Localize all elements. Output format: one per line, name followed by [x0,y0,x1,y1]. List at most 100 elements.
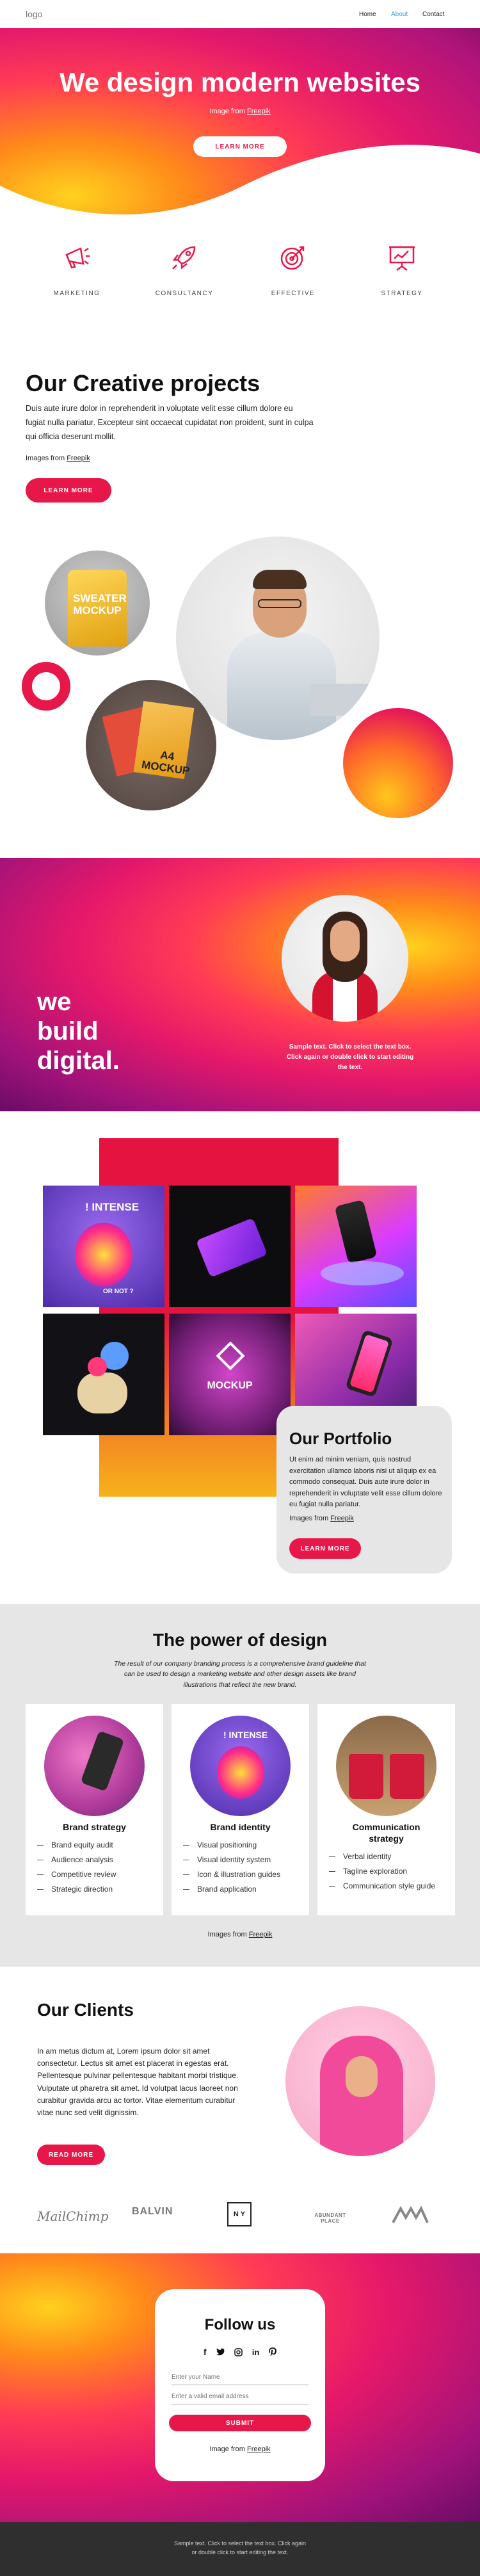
creative-title: Our Creative projects [26,370,260,396]
list-item: Communication style guide [329,1881,435,1890]
client-logo-mailchimp[interactable]: MailChimp [37,2209,109,2224]
list-item: Verbal identity [329,1852,435,1861]
client-logo-abundant[interactable]: ABUNDANT PLACE [305,2212,356,2224]
a4-mockup-image: A4 MOCKUP [86,680,216,810]
clients-read-more-button[interactable]: READ MORE [37,2145,105,2165]
power-intro: The result of our company branding proce… [114,1660,366,1689]
list-item: Brand application [183,1885,280,1894]
portfolio-tile-phone[interactable] [295,1186,417,1307]
feature-label: EFFECTIVE [271,290,316,297]
features-row: MARKETING CONSULTANCY EFFECTIVE STRATEGY [0,242,480,300]
brand-identity-image: ! INTENSE [190,1716,291,1816]
client-woman-face [346,2056,378,2097]
presentation-board-icon [389,246,415,271]
woman-pointing-image [282,895,408,1022]
submit-button[interactable]: SUBMIT [169,2415,311,2431]
feature-label: CONSULTANCY [155,290,214,297]
digital-headline: we build digital. [37,987,120,1075]
nav-item-home[interactable]: Home [359,11,376,18]
name-input[interactable] [172,2370,308,2385]
portrait-glasses [258,599,301,608]
hero-credit-link[interactable]: Freepik [247,108,271,115]
portfolio-credit-link[interactable]: Freepik [330,1515,354,1522]
nav-item-about[interactable]: About [391,11,408,18]
brand-identity-text: ! INTENSE [223,1730,268,1740]
instagram-icon[interactable] [234,2347,243,2356]
follow-credit-text: Image from [209,2445,247,2453]
digital-sample-text: Sample text. Click to select the text bo… [286,1043,414,1071]
client-logos-row: MailChimp BALVIN N Y ABUNDANT PLACE [0,2202,480,2234]
tile-sign-text: MOCKUP [207,1380,253,1391]
list-item: Visual positioning [183,1840,280,1849]
portfolio-learn-more-button[interactable]: LEARN MORE [289,1538,361,1559]
creative-credit: Images from Freepik [26,455,90,462]
service-card-communication: Communication strategy Verbal identity T… [317,1704,455,1915]
follow-title: Follow us [204,2316,276,2333]
target-icon [280,246,305,270]
power-credit: Images from Freepik [0,1931,480,1938]
client-logo-mm[interactable] [392,2205,429,2227]
client-logo-ny-text: N Y [233,2210,246,2218]
mountain-logo-icon [392,2205,429,2223]
hero-credit: Image from Freepik [0,108,480,115]
megaphone-icon [65,247,90,269]
pinterest-icon[interactable] [268,2347,276,2356]
tile-phone-shape [334,1199,378,1264]
card-title: Communication strategy [352,1822,420,1844]
nav-bar [0,0,480,28]
linkedin-icon[interactable]: in [252,2347,260,2357]
portrait-laptop [310,684,380,716]
email-input[interactable] [172,2389,308,2404]
portfolio-credit-text: Images from [289,1515,331,1522]
list-item: Audience analysis [37,1855,116,1864]
portfolio-tile-card[interactable] [169,1186,291,1307]
list-item: Brand equity audit [37,1840,116,1849]
list-item: Tagline exploration [329,1867,435,1876]
portfolio-tile-poster[interactable]: ! INTENSE OR NOT ? [43,1186,164,1307]
list-item: Competitive review [37,1870,116,1879]
brand-strategy-image [44,1716,145,1816]
tile-card-shape [195,1218,268,1278]
facebook-icon[interactable]: f [204,2347,207,2357]
brand-identity-circle [217,1746,264,1799]
footer-text: Sample text. Click to select the text bo… [173,2540,307,2556]
feature-label: STRATEGY [381,290,423,297]
client-logo-balvin[interactable]: BALVIN [132,2206,173,2218]
sweater-text: SWEATER MOCKUP [73,592,127,616]
power-credit-link[interactable]: Freepik [249,1931,273,1938]
portrait-image [176,536,380,740]
list-item: Icon & illustration guides [183,1870,280,1879]
twitter-icon[interactable] [216,2348,225,2356]
orange-circle-decoration [343,708,453,818]
creative-learn-more-button[interactable]: LEARN MORE [26,478,111,503]
rocket-icon [172,246,196,270]
portrait-hair [253,570,307,589]
portfolio-tile-sign[interactable]: MOCKUP [169,1314,291,1435]
brand-strategy-phone [80,1730,125,1792]
sweater-mockup-image: SWEATER MOCKUP [45,551,150,656]
list-item: Visual identity system [183,1855,280,1864]
creative-credit-text: Images from [26,455,67,462]
digital-line-1: we [37,988,72,1016]
nav-item-contact[interactable]: Contact [422,11,444,18]
feature-consultancy: CONSULTANCY [147,242,221,297]
tile-phone-splash [321,1261,404,1285]
hero-learn-more-button[interactable]: LEARN MORE [193,136,287,157]
creative-credit-link[interactable]: Freepik [67,455,90,462]
list-item: Strategic direction [37,1885,116,1894]
client-logo-ny[interactable]: N Y [227,2202,252,2226]
card-title: Brand strategy [63,1822,126,1832]
logo[interactable]: logo [26,9,42,19]
cup-1 [349,1754,383,1799]
clients-title: Our Clients [37,2000,134,2020]
service-card-brand-strategy: Brand strategy Brand equity audit Audien… [26,1704,163,1915]
power-title: The power of design [152,1630,328,1650]
power-credit-text: Images from [207,1931,249,1938]
card-title: Brand identity [210,1822,271,1832]
follow-credit-link[interactable]: Freepik [247,2445,271,2453]
portfolio-tile-sculpture[interactable] [43,1314,164,1435]
tile-poster-circle [75,1223,132,1287]
tile-sculpture-ball [88,1357,107,1376]
service-card-brand-identity: ! INTENSE Brand identity Visual position… [172,1704,309,1915]
cup-2 [390,1754,424,1799]
